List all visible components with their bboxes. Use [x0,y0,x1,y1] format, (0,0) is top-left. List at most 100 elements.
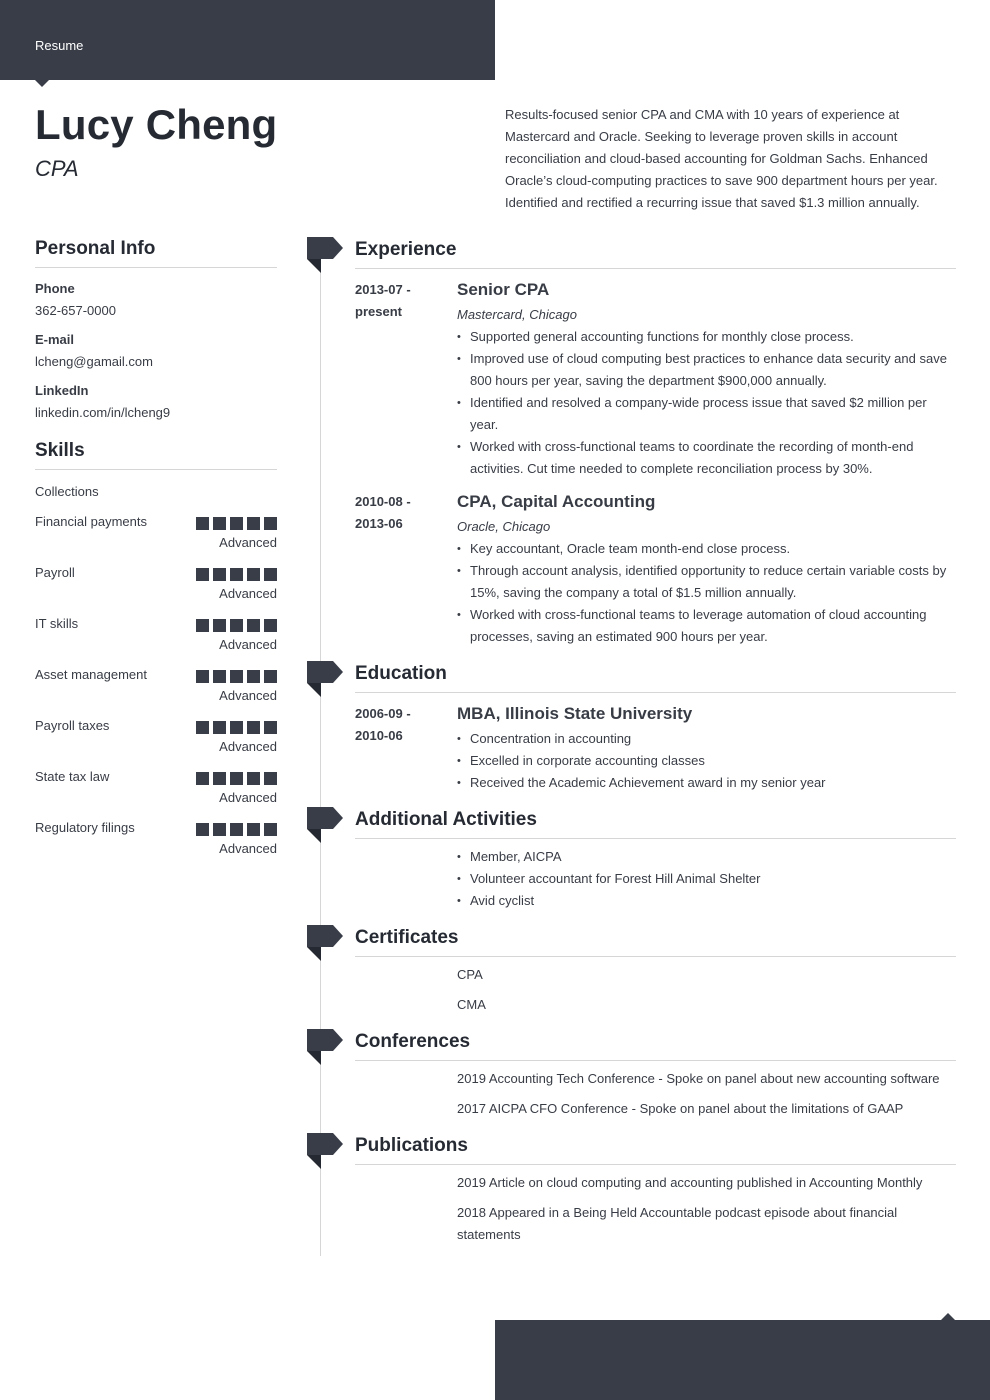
activities-bullets: Member, AICPA Volunteer accountant for F… [457,846,956,912]
skill-name: Asset management [35,667,148,682]
left-column: Personal Info Phone 362-657-0000 E-mail … [35,237,277,857]
section-flag-icon [307,1029,343,1065]
rating-square [213,721,226,734]
certificate-item: CMA [457,997,486,1012]
rating-square [264,670,277,683]
skill-name: State tax law [35,769,110,784]
education-bullets: Concentration in accounting Excelled in … [457,728,956,794]
skill-rating-bar [196,670,277,683]
header-notch-decoration [35,80,49,87]
date-start: 2010-08 - [355,494,411,509]
email-label: E-mail [35,332,75,347]
conferences-list: 2019 Accounting Tech Conference - Spoke … [457,1068,956,1128]
phone-label: Phone [35,281,75,296]
bullet-item: Supported general accounting functions f… [457,326,956,348]
rating-square [264,619,277,632]
rating-square [213,568,226,581]
rating-square [230,568,243,581]
skill-plain: Collections [35,484,99,499]
personal-info-heading: Personal Info [35,237,277,268]
bullet-item: Excelled in corporate accounting classes [457,750,956,772]
email-value[interactable]: lcheng@gamail.com [35,354,277,370]
bullet-item: Improved use of cloud computing best pra… [457,348,956,392]
bullet-item: Worked with cross-functional teams to le… [457,604,956,648]
date-start: 2006-09 - [355,706,411,721]
linkedin-label: LinkedIn [35,383,89,398]
skill-level: Advanced [219,586,277,601]
entry-body: MBA, Illinois State University Concentra… [457,703,956,794]
entry-date: 2013-07 - present [355,279,445,323]
entry-body: Senior CPA Mastercard, Chicago Supported… [457,279,956,480]
bullet-item: Key accountant, Oracle team month-end cl… [457,538,956,560]
rating-square [247,619,260,632]
skills-list: Financial payments Advanced Payroll Advance… [35,500,277,857]
skill-level: Advanced [219,790,277,805]
personal-info-linkedin: LinkedIn linkedin.com/in/lcheng9 [35,383,277,421]
rating-square [247,670,260,683]
bullet-item: Concentration in accounting [457,728,956,750]
bullet-item: Through account analysis, identified opp… [457,560,956,604]
job-bullets: Supported general accounting functions f… [457,326,956,480]
personal-info-phone: Phone 362-657-0000 [35,281,277,319]
publication-item: 2018 Appeared in a Being Held Accountabl… [457,1205,898,1242]
skills-heading: Skills [35,439,277,470]
rating-square [247,772,260,785]
skill-name: IT skills [35,616,79,631]
rating-square [247,568,260,581]
skill-row: IT skills Advanced [35,602,277,653]
skill-level: Advanced [219,637,277,652]
experience-heading: Experience [355,238,956,269]
bullet-item: Volunteer accountant for Forest Hill Ani… [457,868,956,890]
bullet-item: Identified and resolved a company-wide p… [457,392,956,436]
certificates-list: CPA CMA [457,964,956,1024]
publications-heading: Publications [355,1134,956,1165]
skill-row: Payroll Advanced [35,551,277,602]
rating-square [264,772,277,785]
skill-level: Advanced [219,739,277,754]
job-title: CPA, Capital Accounting [457,492,656,511]
section-flag-icon [307,807,343,843]
entry-date: 2010-08 - 2013-06 [355,491,445,535]
skill-row: Asset management Advanced [35,653,277,704]
rating-square [196,568,209,581]
linkedin-value[interactable]: linkedin.com/in/lcheng9 [35,405,277,421]
certificate-item: CPA [457,967,483,982]
bullet-item: Member, AICPA [457,846,956,868]
conference-item: 2019 Accounting Tech Conference - Spoke … [457,1071,940,1086]
skill-row: Payroll taxes Advanced [35,704,277,755]
entry-body: CPA, Capital Accounting Oracle, Chicago … [457,491,956,648]
rating-square [247,823,260,836]
conferences-heading: Conferences [355,1030,956,1061]
personal-info-email: E-mail lcheng@gamail.com [35,332,277,370]
rating-square [196,721,209,734]
skill-rating-bar [196,772,277,785]
footer-bar [495,1313,990,1400]
skill-rating-bar [196,721,277,734]
entry-date: 2006-09 - 2010-06 [355,703,445,747]
rating-square [230,517,243,530]
date-end: 2013-06 [355,516,403,531]
bullet-item: Avid cyclist [457,890,956,912]
skill-name: Payroll [35,565,75,580]
timeline-line [320,259,321,1256]
job-bullets: Key accountant, Oracle team month-end cl… [457,538,956,648]
bullet-item: Received the Academic Achievement award … [457,772,956,794]
section-flag-icon [307,1133,343,1169]
skill-row: State tax law Advanced [35,755,277,806]
skill-name: Payroll taxes [35,718,110,733]
skill-level: Advanced [219,841,277,856]
rating-square [230,619,243,632]
rating-square [247,721,260,734]
skill-name: Regulatory filings [35,820,135,835]
rating-square [196,670,209,683]
candidate-title: CPA [35,156,79,181]
section-flag-icon [307,237,343,273]
education-heading: Education [355,662,956,693]
skill-rating-bar [196,823,277,836]
rating-square [230,772,243,785]
skill-level: Advanced [219,688,277,703]
rating-square [196,823,209,836]
entry-body: Member, AICPA Volunteer accountant for F… [457,846,956,912]
rating-square [196,772,209,785]
rating-square [213,772,226,785]
